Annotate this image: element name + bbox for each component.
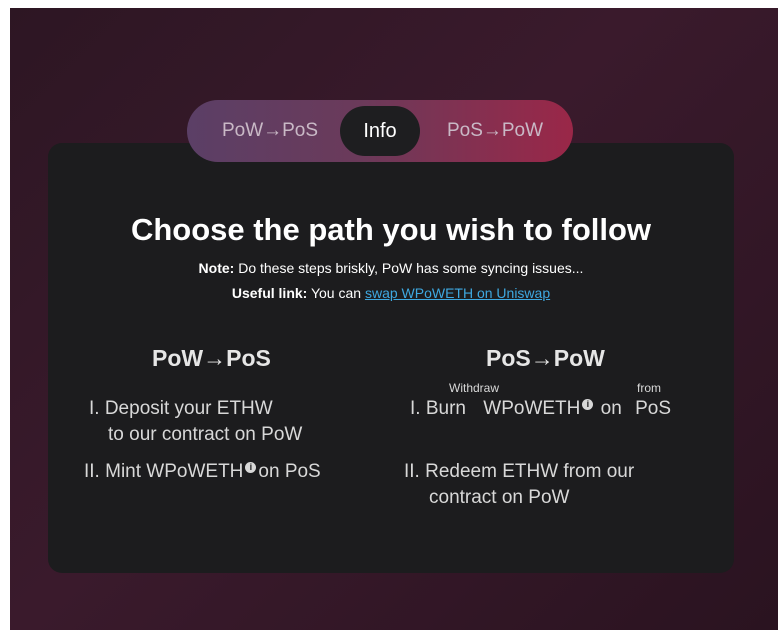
pos-step-1-token: WPoWETH: [483, 398, 581, 419]
from-label: from: [637, 381, 661, 395]
note-label: Note:: [198, 260, 235, 276]
info-icon[interactable]: i: [245, 461, 257, 473]
pos-step-2-line-2: contract on PoW: [429, 487, 570, 508]
page-title: Choose the path you wish to follow: [130, 212, 652, 247]
pos-step-1-chain: PoS: [635, 398, 671, 419]
mode-tabs: PoW→PoS Info PoS→PoW: [187, 100, 573, 162]
pow-step-2-prefix: II. Mint WPoWETH: [84, 461, 244, 482]
withdraw-label: Withdraw: [449, 381, 500, 395]
pow-step-1-line-1: I. Deposit your ETHW: [89, 398, 273, 419]
note-line: Note: Do these steps briskly, PoW has so…: [48, 260, 734, 276]
pos-step-1-on: on: [600, 398, 622, 419]
uniswap-link[interactable]: swap WPoWETH on Uniswap: [365, 285, 550, 301]
pow-to-pos-title: PoW→PoS: [152, 345, 271, 371]
info-card: Choose the path you wish to follow Note:…: [48, 143, 734, 573]
useful-link-text: You can: [307, 285, 365, 301]
pow-step-2: II. Mint WPoWETH i on PoS: [84, 459, 321, 485]
info-icon[interactable]: i: [582, 398, 594, 410]
pos-to-pow-title: PoS→PoW: [486, 345, 605, 371]
pos-step-1-prefix: I. Burn: [410, 398, 466, 419]
useful-link-line: Useful link: You can swap WPoWETH on Uni…: [48, 285, 734, 301]
tab-pos-to-pow[interactable]: PoS→PoW: [430, 100, 560, 162]
pos-step-2-line-1: II. Redeem ETHW from our: [404, 461, 635, 482]
useful-link-label: Useful link:: [231, 285, 308, 301]
pow-step-1-line-2: to our contract on PoW: [108, 424, 303, 445]
pos-step-1: I. Burn WPoWETH i on PoS: [410, 396, 671, 422]
app-background: Choose the path you wish to follow Note:…: [10, 8, 778, 630]
pow-step-2-suffix: on PoS: [258, 461, 321, 482]
tab-pow-to-pos[interactable]: PoW→PoS: [205, 100, 335, 162]
note-text: Do these steps briskly, PoW has some syn…: [234, 260, 584, 276]
tab-info[interactable]: Info: [340, 106, 420, 156]
